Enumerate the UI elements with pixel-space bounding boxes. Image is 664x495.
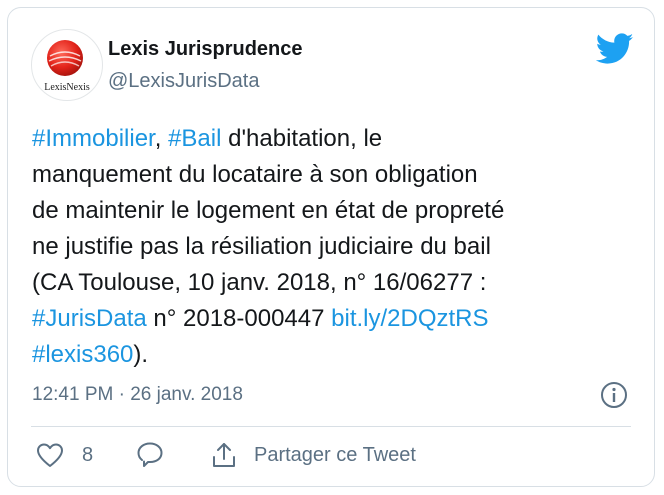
heart-icon xyxy=(36,442,64,468)
text-segment: , xyxy=(154,125,169,152)
share-icon xyxy=(210,441,238,469)
avatar-text: LexisNexis xyxy=(44,82,90,93)
lexisnexis-logo-icon: LexisNexis xyxy=(44,40,90,93)
tweet-card[interactable]: LexisNexis Lexis Jurisprudence @LexisJur… xyxy=(7,7,655,487)
text-segment: manquement du locataire à son obligation xyxy=(32,161,478,188)
like-count: 8 xyxy=(82,443,94,466)
twitter-bird-icon[interactable] xyxy=(595,33,634,70)
text-segment: ). xyxy=(133,341,149,368)
share-label: Partager ce Tweet xyxy=(254,443,416,466)
info-icon[interactable] xyxy=(600,381,628,414)
divider xyxy=(31,426,631,427)
tweet-text-line: manquement du locataire à son obligation xyxy=(32,157,642,193)
text-segment: d'habitation, le xyxy=(221,125,383,152)
tweet-text: #Immobilier, #Bail d'habitation, le manqu… xyxy=(32,121,642,373)
tweet-text-line: #lexis360). xyxy=(32,337,642,373)
author-handle[interactable]: @LexisJurisData xyxy=(108,70,259,93)
author-name[interactable]: Lexis Jurisprudence xyxy=(108,38,303,61)
hashtag-link[interactable]: #JurisData xyxy=(32,305,147,332)
hashtag-link[interactable]: #Bail xyxy=(168,125,221,152)
hashtag-link[interactable]: #lexis360 xyxy=(32,341,133,368)
reply-icon xyxy=(136,441,164,469)
avatar[interactable]: LexisNexis xyxy=(31,29,103,101)
text-segment: ne justifie pas la résiliation judiciair… xyxy=(32,233,491,260)
text-segment: n° 2018-000447 xyxy=(146,305,332,332)
url-link[interactable]: bit.ly/2DQztRS xyxy=(331,305,488,332)
tweet-text-line: (CA Toulouse, 10 janv. 2018, n° 16/06277… xyxy=(32,265,642,301)
tweet-text-line: #Immobilier, #Bail d'habitation, le xyxy=(32,121,642,157)
tweet-text-line: ne justifie pas la résiliation judiciair… xyxy=(32,229,642,265)
action-bar: 8 Partager ce Tweet xyxy=(32,439,632,471)
text-segment: (CA Toulouse, 10 janv. 2018, n° 16/06277… xyxy=(32,269,487,296)
share-button[interactable]: Partager ce Tweet xyxy=(210,439,416,471)
tweet-text-line: de maintenir le logement en état de prop… xyxy=(32,193,642,229)
hashtag-link[interactable]: #Immobilier xyxy=(32,125,155,152)
tweet-text-line: #JurisData n° 2018-000447 bit.ly/2DQztRS xyxy=(32,301,642,337)
tweet-timestamp[interactable]: 12:41 PM · 26 janv. 2018 xyxy=(32,384,243,406)
reply-button[interactable] xyxy=(136,439,164,471)
like-button[interactable]: 8 xyxy=(36,439,93,471)
text-segment: de maintenir le logement en état de prop… xyxy=(32,197,505,224)
